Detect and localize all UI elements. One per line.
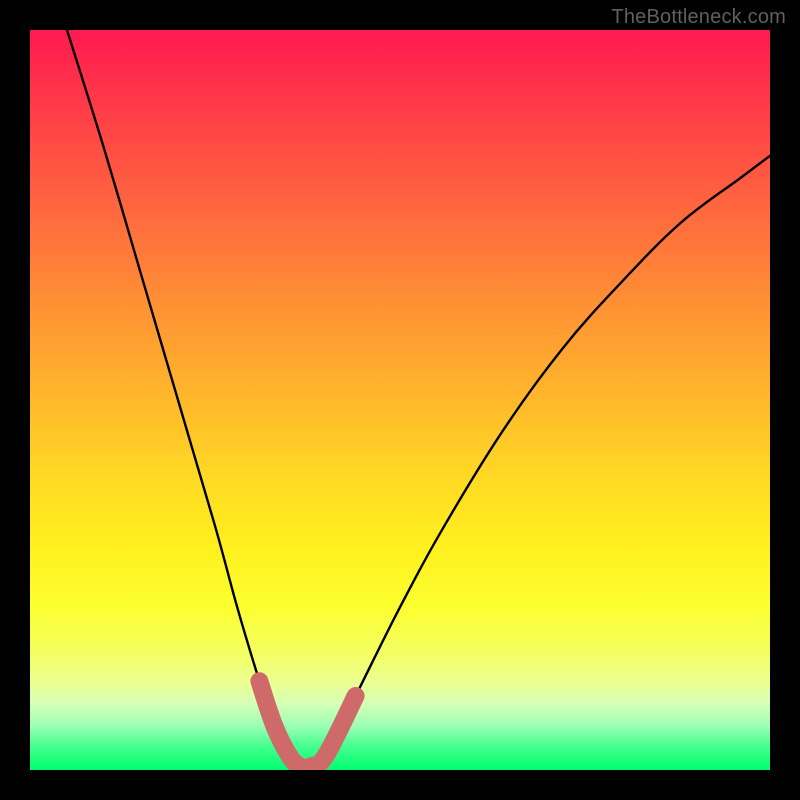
chart-stage: TheBottleneck.com: [0, 0, 800, 800]
bottleneck-curve: [67, 30, 770, 768]
curve-layer: [30, 30, 770, 770]
valley-marker: [259, 681, 355, 768]
watermark-text: TheBottleneck.com: [611, 6, 786, 29]
plot-area: [30, 30, 770, 770]
